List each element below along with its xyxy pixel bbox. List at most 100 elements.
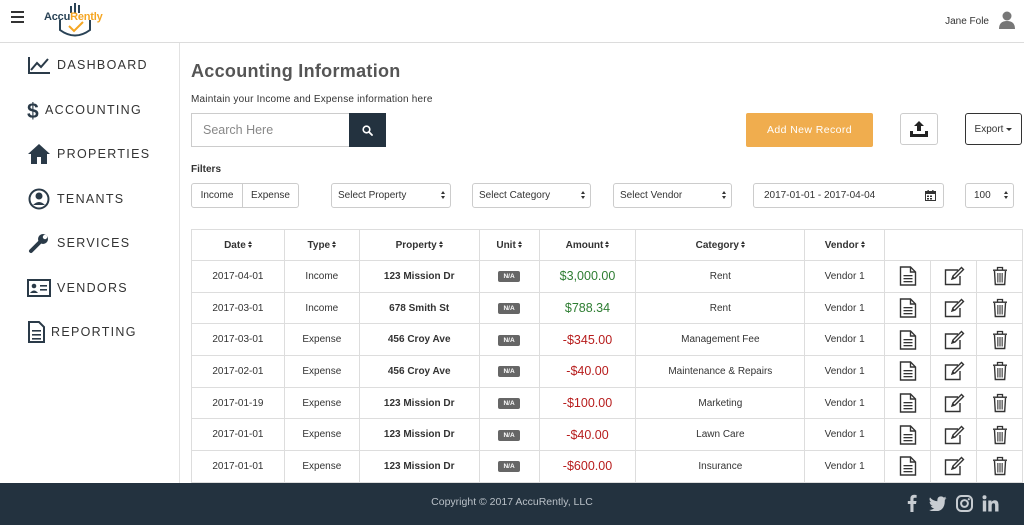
view-record-button[interactable] (884, 323, 932, 357)
sidebar-item-tenants[interactable]: TENANTS (27, 187, 124, 211)
cell-type: Expense (283, 450, 360, 483)
cell-date: 2017-03-01 (191, 291, 285, 325)
cell-date: 2017-01-19 (191, 386, 285, 420)
export-dropdown-button[interactable]: Export (965, 113, 1022, 145)
delete-record-button[interactable] (976, 323, 1023, 357)
cell-property: 456 Croy Ave (358, 323, 480, 357)
cell-unit: N/A (478, 355, 540, 388)
amount-value: -$345.00 (562, 332, 613, 347)
column-header-property[interactable]: Property (358, 229, 480, 261)
select-arrows-icon (440, 191, 445, 199)
delete-record-button[interactable] (976, 355, 1023, 388)
property-select[interactable]: Select Property (331, 183, 451, 208)
facebook-icon[interactable] (903, 494, 921, 512)
page-size-value: 100 (974, 190, 991, 201)
vendor-select-value: Select Vendor (620, 190, 683, 201)
page-subtitle: Maintain your Income and Expense informa… (191, 94, 433, 105)
cell-unit: N/A (478, 260, 540, 293)
sidebar-item-label: TENANTS (57, 192, 125, 206)
sidebar-item-accounting[interactable]: $ ACCOUNTING (27, 98, 142, 122)
add-new-record-button[interactable]: Add New Record (746, 113, 873, 147)
amount-value: -$40.00 (566, 364, 609, 379)
delete-record-button[interactable] (976, 418, 1023, 452)
cell-amount: $788.34 (538, 291, 637, 325)
table-row: 2017-02-01 Expense 456 Croy Ave N/A -$40.00 M… (191, 355, 1023, 388)
cell-date: 2017-01-01 (191, 418, 285, 452)
sidebar-item-reporting[interactable]: REPORTING (27, 320, 137, 344)
edit-record-button[interactable] (930, 450, 977, 483)
table-row: 2017-04-01 Income 123 Mission Dr N/A $3,000.… (191, 260, 1023, 293)
document-icon (27, 321, 45, 343)
filter-expense-button[interactable]: Expense (242, 183, 299, 208)
sidebar-item-dashboard[interactable]: DASHBOARD (27, 53, 148, 77)
edit-record-button[interactable] (930, 418, 977, 452)
edit-record-button[interactable] (930, 355, 977, 388)
cell-category: Rent (635, 291, 806, 325)
property-select-value: Select Property (338, 190, 407, 201)
cell-amount: -$40.00 (538, 418, 637, 452)
upload-icon (910, 121, 928, 137)
date-range-picker[interactable]: 2017-01-01 - 2017-04-04 (753, 183, 944, 208)
unit-badge: N/A (498, 303, 520, 315)
column-header-amount[interactable]: Amount (538, 229, 637, 261)
column-header-category[interactable]: Category (635, 229, 806, 261)
trash-icon (977, 298, 1022, 318)
user-circle-icon (27, 188, 51, 210)
category-select[interactable]: Select Category (472, 183, 591, 208)
amount-value: $3,000.00 (559, 269, 616, 284)
delete-record-button[interactable] (976, 291, 1023, 325)
hamburger-menu-icon[interactable] (11, 11, 24, 23)
cell-property: 123 Mission Dr (358, 450, 480, 483)
vendor-select[interactable]: Select Vendor (613, 183, 732, 208)
delete-record-button[interactable] (976, 260, 1023, 293)
view-record-button[interactable] (884, 450, 932, 483)
cell-vendor: Vendor 1 (804, 386, 886, 420)
linkedin-icon[interactable] (981, 494, 999, 512)
page-title: Accounting Information (191, 61, 401, 81)
chevron-down-icon (1006, 127, 1013, 131)
cell-type: Expense (283, 355, 360, 388)
page-size-select[interactable]: 100 (965, 183, 1014, 208)
instagram-icon[interactable] (955, 494, 973, 512)
edit-icon (931, 361, 976, 381)
sidebar-item-services[interactable]: SERVICES (27, 231, 130, 255)
column-header-unit[interactable]: Unit (478, 229, 540, 261)
search-button[interactable] (349, 113, 386, 147)
cell-category: Insurance (635, 450, 806, 483)
twitter-icon[interactable] (929, 494, 947, 512)
view-record-button[interactable] (884, 260, 932, 293)
filter-income-button[interactable]: Income (191, 183, 243, 208)
search-input[interactable] (191, 113, 350, 147)
column-header-type[interactable]: Type (283, 229, 360, 261)
edit-record-button[interactable] (930, 291, 977, 325)
cell-date: 2017-02-01 (191, 355, 285, 388)
view-record-button[interactable] (884, 418, 932, 452)
records-table-container: Date Type Property Unit Amount Category … (191, 229, 1024, 483)
edit-record-button[interactable] (930, 386, 977, 420)
cell-date: 2017-04-01 (191, 260, 285, 293)
cell-property: 678 Smith St (358, 291, 480, 325)
cell-unit: N/A (478, 291, 540, 325)
column-header-vendor[interactable]: Vendor (804, 229, 886, 261)
view-record-button[interactable] (884, 291, 932, 325)
cell-unit: N/A (478, 323, 540, 357)
edit-icon (931, 456, 976, 476)
view-record-button[interactable] (884, 355, 932, 388)
delete-record-button[interactable] (976, 386, 1023, 420)
column-header-date[interactable]: Date (191, 229, 285, 261)
edit-record-button[interactable] (930, 260, 977, 293)
logo[interactable]: AccuRently (44, 2, 106, 40)
user-avatar-icon[interactable] (999, 11, 1015, 29)
delete-record-button[interactable] (976, 450, 1023, 483)
edit-record-button[interactable] (930, 323, 977, 357)
user-name[interactable]: Jane Fole (945, 16, 989, 27)
sidebar-item-properties[interactable]: PROPERTIES (27, 142, 150, 166)
sidebar-item-vendors[interactable]: VENDORS (27, 276, 128, 300)
cell-property: 123 Mission Dr (358, 260, 480, 293)
cell-property: 123 Mission Dr (358, 418, 480, 452)
unit-badge: N/A (498, 334, 520, 346)
cell-vendor: Vendor 1 (804, 291, 886, 325)
cell-vendor: Vendor 1 (804, 450, 886, 483)
upload-button[interactable] (900, 113, 938, 145)
view-record-button[interactable] (884, 386, 932, 420)
